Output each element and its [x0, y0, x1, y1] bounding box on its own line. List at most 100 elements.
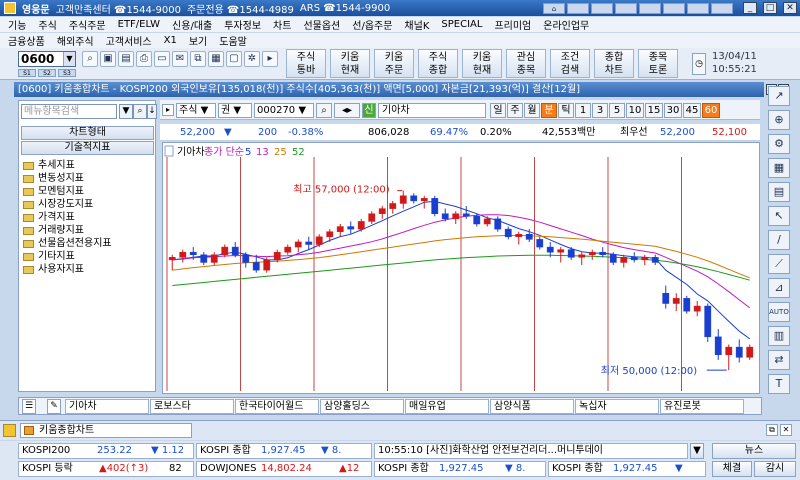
- ticker-kospi200[interactable]: KOSPI200 253.22 ▼ 1.12: [18, 443, 194, 459]
- fibonacci-icon[interactable]: ↖: [768, 206, 790, 226]
- quick-slot[interactable]: [687, 2, 709, 14]
- taskbar-item[interactable]: 키움종합차트: [20, 423, 192, 438]
- sub-tab[interactable]: S1: [18, 69, 36, 77]
- quick-slot[interactable]: [639, 2, 661, 14]
- toolbar-button[interactable]: 종목 토론: [638, 49, 678, 78]
- news-dropdown-icon[interactable]: ▼: [690, 443, 704, 459]
- menu-item[interactable]: 주식주문: [69, 17, 106, 32]
- news-ticker[interactable]: 10:55:10 [사진]화학산업 안전보건리더...머니투데이: [374, 443, 688, 459]
- ticker-kospi-2[interactable]: KOSPI 종합 1,927.45 ▼ 8.: [374, 461, 546, 477]
- period-button[interactable]: 60: [702, 103, 720, 118]
- quick-slot[interactable]: [591, 2, 613, 14]
- period-button[interactable]: 3: [592, 103, 608, 118]
- period-button[interactable]: 10: [626, 103, 644, 118]
- toolbar-button[interactable]: 주식 종합: [418, 49, 458, 78]
- menu-item[interactable]: SPECIAL: [441, 19, 482, 30]
- edit-icon[interactable]: ✎: [47, 399, 61, 414]
- menu-item[interactable]: 투자정보: [224, 17, 261, 32]
- period-button[interactable]: 일: [490, 103, 506, 118]
- cycle-icon[interactable]: ⇄: [768, 350, 790, 370]
- sub-tab[interactable]: S2: [38, 69, 56, 77]
- zoom-in-icon[interactable]: ⟋: [768, 254, 790, 274]
- candle-icon[interactable]: ▥: [768, 326, 790, 346]
- prev-next-icon[interactable]: ◂▸: [334, 103, 360, 118]
- menu-item[interactable]: 주식: [38, 17, 56, 32]
- minimize-icon[interactable]: _: [743, 2, 757, 14]
- lock-icon[interactable]: ▣: [100, 51, 116, 67]
- chevron-down-icon[interactable]: ▼: [63, 52, 75, 66]
- close-all-icon[interactable]: ✕: [780, 424, 792, 436]
- market-select[interactable]: 주식 ▼: [176, 103, 216, 118]
- quick-slot[interactable]: [711, 2, 733, 14]
- menu-search-input[interactable]: 메뉴항목검색: [21, 104, 117, 119]
- technical-indicator-button[interactable]: 기술적지표: [21, 141, 154, 155]
- period-button[interactable]: 5: [609, 103, 625, 118]
- indicator-tree-item[interactable]: 선물옵션전용지표: [23, 237, 112, 250]
- screen-number-input[interactable]: 0600 ▼: [18, 51, 76, 67]
- indicator-tree-item[interactable]: 거래량지표: [23, 224, 84, 237]
- close-icon[interactable]: ✕: [783, 2, 797, 14]
- search-icon[interactable]: ⌕: [133, 104, 147, 119]
- down-arrow-icon[interactable]: ↓: [147, 104, 157, 119]
- indicator-tree-item[interactable]: 추세지표: [23, 159, 75, 172]
- zoom-out-icon[interactable]: ⊿: [768, 278, 790, 298]
- menu-item[interactable]: 채널K: [404, 17, 429, 32]
- quick-slot[interactable]: [567, 2, 589, 14]
- toolbar-button[interactable]: 키움 현재: [462, 49, 502, 78]
- list-icon[interactable]: ☰: [22, 399, 36, 414]
- indicator-tree-item[interactable]: 모멘텀지표: [23, 185, 84, 198]
- settings-icon[interactable]: AUTO: [768, 302, 790, 322]
- expand-icon[interactable]: ▸: [162, 104, 174, 116]
- vline-icon[interactable]: ▤: [768, 182, 790, 202]
- menu-item[interactable]: 프리미엄: [494, 17, 531, 32]
- hline-icon[interactable]: ▦: [768, 158, 790, 178]
- stock-code-input[interactable]: 000270 ▼: [254, 103, 314, 118]
- chart-canvas[interactable]: 기아차 종가 단순 5 13 25 52 최고 57,000 (12:00) 최저 50,00…: [163, 143, 759, 393]
- toolbar-button[interactable]: 키움 주문: [374, 49, 414, 78]
- period-button[interactable]: 월: [524, 103, 540, 118]
- indicator-tree-item[interactable]: 기타지표: [23, 250, 75, 263]
- menu-item[interactable]: 기능: [8, 17, 26, 32]
- cascade-icon[interactable]: ⧉: [190, 51, 206, 67]
- maximize-icon[interactable]: □: [763, 2, 777, 14]
- stock-tab[interactable]: 유진로봇: [660, 399, 744, 414]
- stock-tab[interactable]: 매일유업: [405, 399, 489, 414]
- search-icon[interactable]: ⌕: [82, 51, 98, 67]
- period-button[interactable]: 15: [645, 103, 663, 118]
- stock-tab[interactable]: 삼양홀딩스: [320, 399, 404, 414]
- crosshair-icon[interactable]: ⊕: [768, 110, 790, 130]
- trendline-icon[interactable]: ⚙: [768, 134, 790, 154]
- menu-item[interactable]: 금융상품: [8, 33, 45, 48]
- period-button[interactable]: 45: [683, 103, 701, 118]
- toolbar-button[interactable]: 조건 검색: [550, 49, 590, 78]
- toolbar-button[interactable]: 주식 통바: [286, 49, 326, 78]
- ticker-advance-decline[interactable]: KOSPI 등락 ▲402(↑3) 82: [18, 461, 194, 477]
- chart-type-button[interactable]: 차트형태: [21, 126, 154, 140]
- menu-item[interactable]: 고객서비스: [106, 33, 152, 48]
- menu-item[interactable]: 온라인업무: [543, 17, 589, 32]
- quick-slot[interactable]: [663, 2, 685, 14]
- price-chart[interactable]: 기아차 종가 단순 5 13 25 52 최고 57,000 (12:00) 최저 50,00…: [162, 142, 760, 394]
- indicator-tree-item[interactable]: 시장강도지표: [23, 198, 93, 211]
- search-icon[interactable]: ⌕: [316, 103, 332, 118]
- arrow-icon[interactable]: ▸: [262, 51, 278, 67]
- quick-slot[interactable]: [615, 2, 637, 14]
- type-select[interactable]: 권 ▼: [218, 103, 252, 118]
- toolbar-button[interactable]: 종합 차트: [594, 49, 634, 78]
- menu-item[interactable]: 해외주식: [57, 33, 94, 48]
- menu-item[interactable]: 도움말: [219, 33, 247, 48]
- window-icon[interactable]: ▤: [118, 51, 134, 67]
- indicator-tree-item[interactable]: 가격지표: [23, 211, 75, 224]
- period-button[interactable]: 30: [664, 103, 682, 118]
- toolbar-button[interactable]: 키움 현재: [330, 49, 370, 78]
- ticker-dowjones[interactable]: DOWJONES 14,802.24 ▲12: [196, 461, 372, 477]
- period-button[interactable]: 주: [507, 103, 523, 118]
- ticker-kospi[interactable]: KOSPI 종합 1,927.45 ▼ 8.: [196, 443, 372, 459]
- dropdown-icon[interactable]: ▼: [119, 104, 133, 119]
- menu-item[interactable]: X1: [164, 35, 177, 46]
- email-icon[interactable]: ✉: [172, 51, 188, 67]
- monitor-button[interactable]: 감시: [754, 461, 796, 477]
- menu-item[interactable]: 선물옵션: [303, 17, 340, 32]
- indicator-tree-item[interactable]: 변동성지표: [23, 172, 84, 185]
- tile-icon[interactable]: ▦: [208, 51, 224, 67]
